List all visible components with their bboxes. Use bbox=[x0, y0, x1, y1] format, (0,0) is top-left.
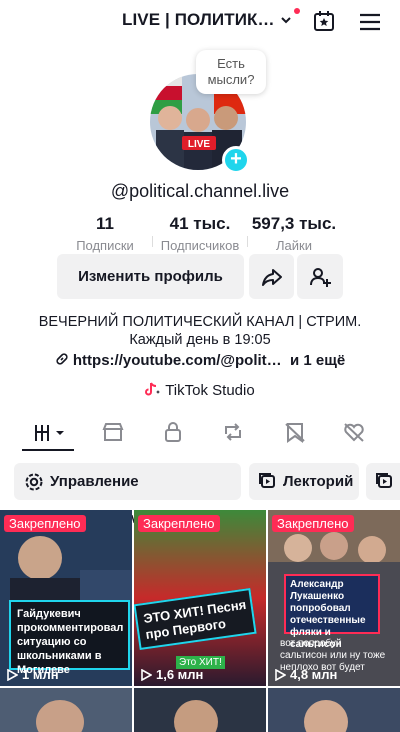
account-switcher[interactable]: LIVE | ПОЛИТИК… bbox=[122, 10, 293, 30]
reposts-tab-icon[interactable] bbox=[221, 421, 245, 443]
video-thumbnail-image bbox=[0, 688, 132, 732]
play-icon bbox=[7, 668, 18, 681]
gear-icon bbox=[25, 473, 43, 491]
live-badge: LIVE bbox=[188, 139, 211, 150]
playlist-chips: Управление плейлистами Лекторий bbox=[0, 463, 400, 527]
manage-playlists-chip[interactable]: Управление плейлистами bbox=[14, 463, 241, 527]
video-thumbnail-image bbox=[134, 688, 266, 732]
account-title: LIVE | ПОЛИТИК… bbox=[122, 10, 275, 29]
bio-line: Каждый день в 19:05 bbox=[129, 332, 271, 348]
content-tabs bbox=[0, 415, 400, 451]
playlist-chip-more[interactable] bbox=[366, 463, 400, 500]
edit-profile-button[interactable]: Изменить профиль bbox=[57, 254, 244, 299]
pinned-badge: Закреплено bbox=[272, 515, 354, 532]
video-grid: Закреплено Гайдукевич прокомментировал с… bbox=[0, 510, 400, 732]
menu-icon[interactable] bbox=[359, 12, 381, 32]
link-icon bbox=[56, 353, 68, 365]
video-thumbnail[interactable]: Закреплено Александр Лукашенко попробова… bbox=[268, 510, 400, 686]
calendar-star-icon[interactable] bbox=[313, 10, 335, 32]
private-tab-icon[interactable] bbox=[161, 421, 185, 443]
stat-label: Лайки bbox=[276, 238, 312, 253]
videos-grid-tab-icon[interactable] bbox=[34, 421, 68, 443]
view-count-value: 1 млн bbox=[22, 667, 59, 682]
chip-label: Лекторий bbox=[283, 473, 354, 490]
view-count-value: 4,8 млн bbox=[290, 667, 338, 682]
top-bar: LIVE | ПОЛИТИК… bbox=[0, 0, 400, 44]
stat-divider bbox=[152, 236, 153, 247]
playlist-icon bbox=[259, 473, 275, 488]
stat-label: Подписчиков bbox=[160, 238, 240, 253]
video-caption-box: Александр Лукашенко попробовал отечестве… bbox=[284, 574, 380, 650]
liked-tab-icon[interactable] bbox=[342, 421, 366, 443]
active-tab-indicator bbox=[22, 449, 74, 451]
notification-dot bbox=[294, 8, 300, 14]
view-count-value: 1,6 млн bbox=[156, 667, 204, 682]
video-thumbnail[interactable]: Закреплено ЭТО ХИТ! Песня про Первого Эт… bbox=[134, 510, 266, 686]
chevron-down-icon bbox=[280, 17, 291, 24]
add-avatar-button[interactable]: + bbox=[222, 146, 250, 174]
profile-stats: 11 Подписки 41 тыс. Подписчиков 597,3 ты… bbox=[0, 214, 400, 254]
username: @political.channel.live bbox=[110, 181, 290, 201]
stat-label: Подписки bbox=[76, 238, 134, 253]
bio: ВЕЧЕРНИЙ ПОЛИТИЧЕСКИЙ КАНАЛ | СТРИМ. Каж… bbox=[0, 313, 400, 349]
view-count: 1 млн bbox=[6, 667, 59, 682]
pinned-badge: Закреплено bbox=[4, 515, 86, 532]
bio-link-more[interactable]: и 1 ещё bbox=[290, 352, 345, 369]
stat-followers[interactable]: 41 тыс. Подписчиков bbox=[155, 214, 245, 253]
tiktok-studio-link[interactable]: TikTok Studio bbox=[0, 381, 400, 399]
stat-value: 597,3 тыс. bbox=[251, 214, 337, 233]
stat-value: 11 bbox=[96, 214, 114, 233]
bio-line: ВЕЧЕРНИЙ ПОЛИТИЧЕСКИЙ КАНАЛ | СТРИМ. bbox=[38, 314, 362, 330]
stat-following[interactable]: 11 Подписки bbox=[72, 214, 138, 253]
add-user-icon bbox=[310, 268, 331, 287]
shop-tab-icon[interactable] bbox=[101, 421, 125, 443]
studio-icon bbox=[145, 382, 161, 396]
playlist-icon bbox=[376, 473, 392, 488]
thoughts-bubble[interactable]: Есть мысли? bbox=[196, 50, 266, 94]
share-profile-button[interactable] bbox=[249, 254, 294, 299]
bio-link-url[interactable]: https://youtube.com/@polit… bbox=[73, 352, 282, 369]
video-caption: ЭТО ХИТ! Песня про Первого bbox=[142, 596, 248, 642]
share-icon bbox=[262, 269, 282, 286]
add-friends-button[interactable] bbox=[297, 254, 343, 299]
play-icon bbox=[141, 668, 152, 681]
playlist-chip-lectures[interactable]: Лекторий bbox=[249, 463, 359, 500]
video-thumbnail[interactable] bbox=[268, 688, 400, 732]
video-thumbnail[interactable] bbox=[134, 688, 266, 732]
stat-likes[interactable]: 597,3 тыс. Лайки bbox=[245, 214, 343, 253]
video-thumbnail[interactable] bbox=[0, 688, 132, 732]
view-count: 1,6 млн bbox=[140, 667, 203, 682]
stat-value: 41 тыс. bbox=[169, 214, 231, 233]
video-thumbnail-image bbox=[268, 688, 400, 732]
video-caption-box: Гайдукевич прокомментировал ситуацию со … bbox=[9, 600, 130, 676]
view-count: 4,8 млн bbox=[274, 667, 337, 682]
thoughts-bubble-text: Есть мысли? bbox=[207, 56, 255, 87]
bio-link[interactable]: https://youtube.com/@polit… и 1 ещё bbox=[0, 352, 400, 369]
play-icon bbox=[275, 668, 286, 681]
video-thumbnail[interactable]: Закреплено Гайдукевич прокомментировал с… bbox=[0, 510, 132, 686]
pinned-badge: Закреплено bbox=[138, 515, 220, 532]
studio-label: TikTok Studio bbox=[165, 382, 255, 399]
favorites-tab-icon[interactable] bbox=[283, 421, 307, 443]
